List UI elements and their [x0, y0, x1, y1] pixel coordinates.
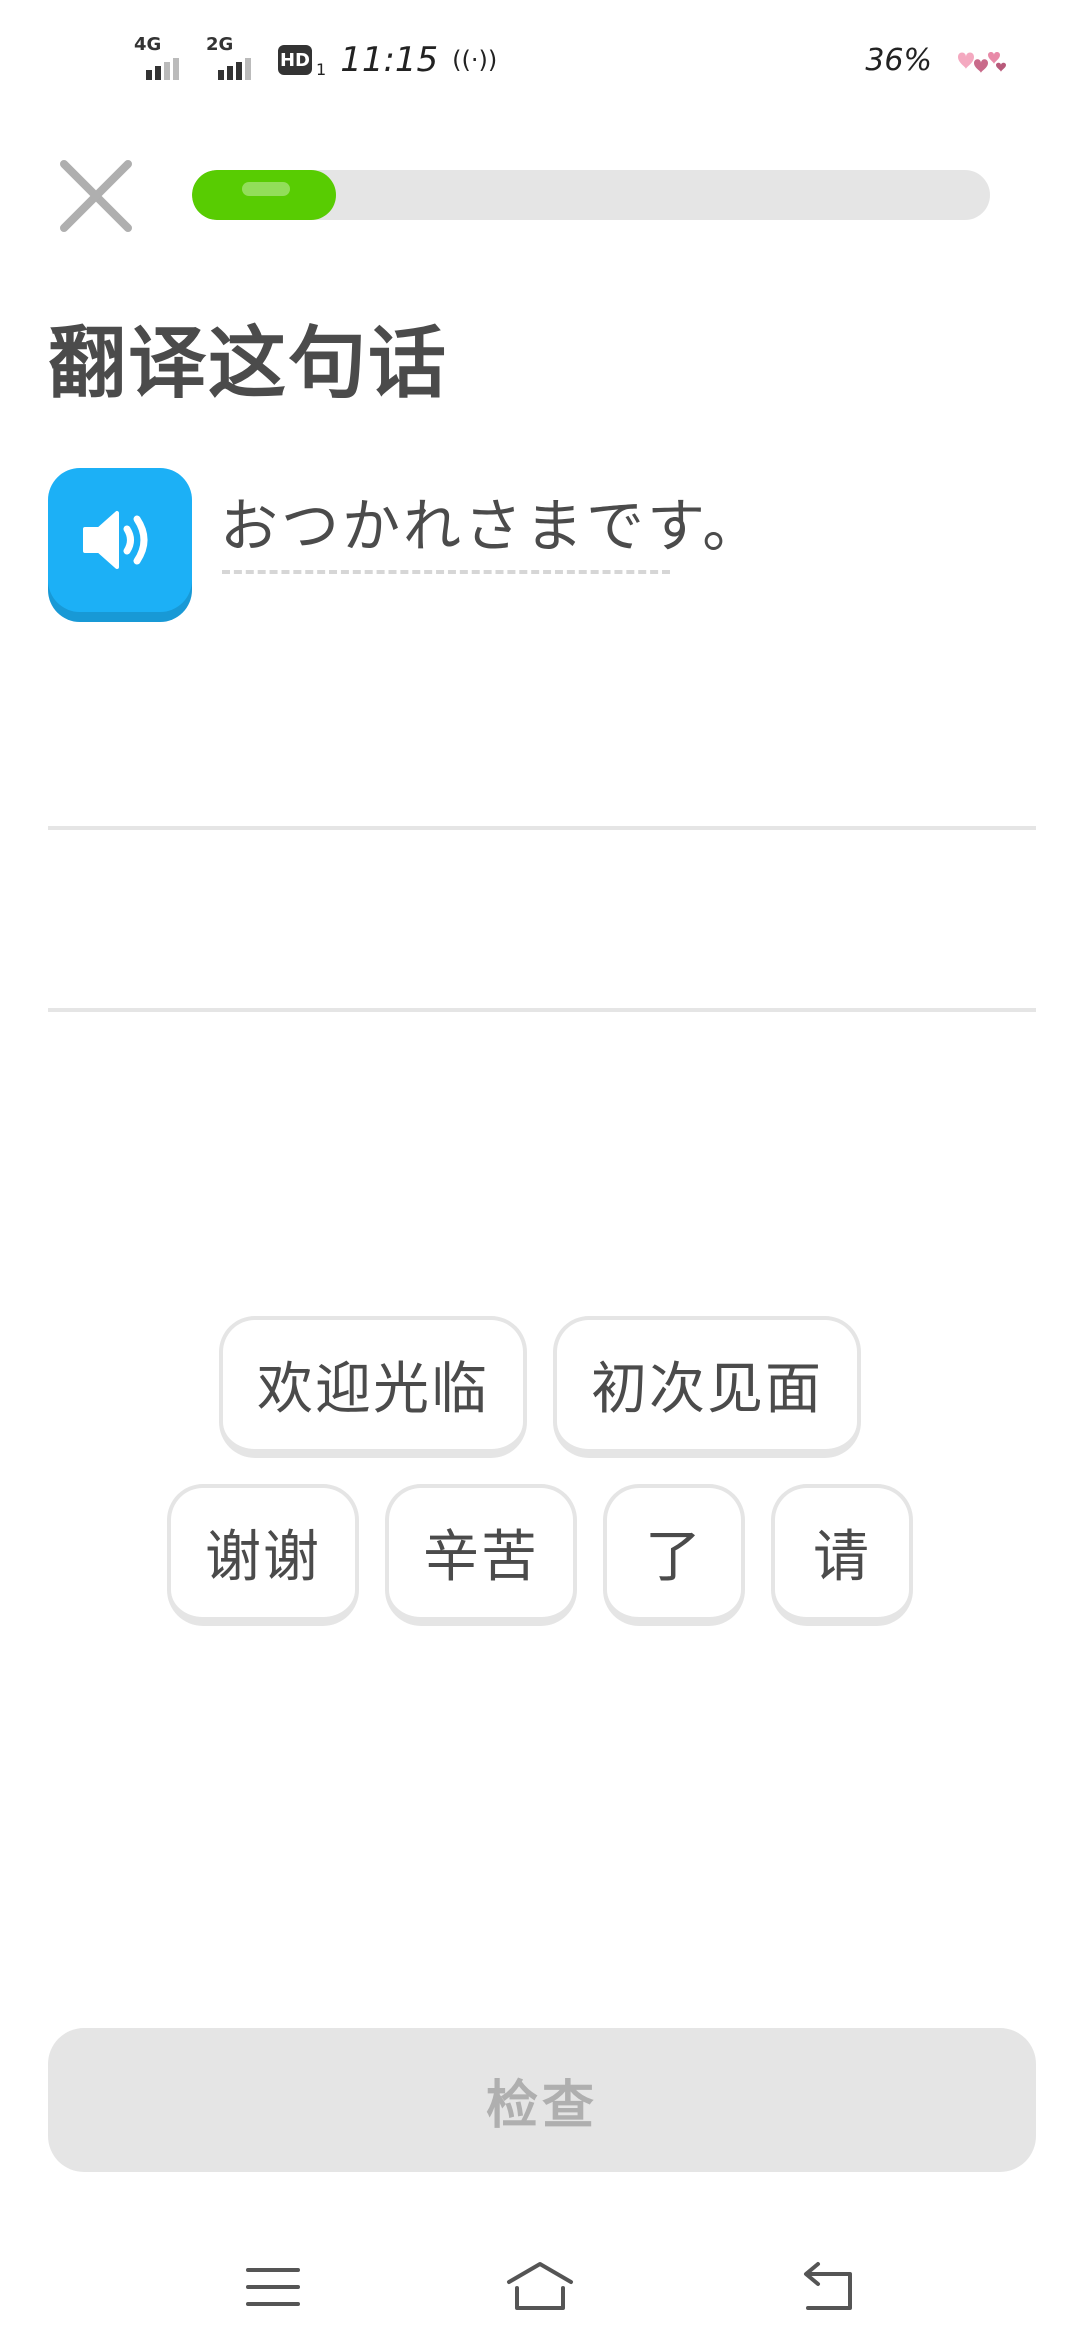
- hd-sub-label: 1: [316, 59, 327, 79]
- answer-line[interactable]: [48, 826, 1036, 830]
- battery-level: 36%: [865, 42, 932, 78]
- hotspot-icon: ((·)): [452, 46, 498, 74]
- prompt-sentence[interactable]: おつかれさまです。: [220, 492, 763, 562]
- status-bar: 4G 2G HD 1 11:15 ((·)) 36%: [0, 0, 1080, 120]
- clock: 11:15: [340, 40, 439, 80]
- signal-icon: 2G: [206, 34, 264, 80]
- word-bank-row-2: 谢谢 辛苦 了 请: [0, 1484, 1080, 1626]
- progress-fill: [192, 170, 336, 220]
- play-audio-button[interactable]: [48, 468, 192, 612]
- exercise-title: 翻译这句话: [48, 319, 449, 409]
- menu-icon[interactable]: [238, 2252, 308, 2322]
- status-right: 36%: [865, 38, 1010, 82]
- word-tile-qing[interactable]: 请: [771, 1484, 913, 1626]
- word-bank-row-1: 欢迎光临 初次见面: [0, 1316, 1080, 1458]
- back-icon[interactable]: [794, 2252, 864, 2322]
- hd-icon: HD: [278, 45, 312, 75]
- word-tile-xiexie[interactable]: 谢谢: [167, 1484, 359, 1626]
- signal-icon: 4G: [134, 34, 192, 80]
- network-type-2: 2G: [206, 34, 234, 55]
- progress-shine: [242, 182, 290, 196]
- answer-line[interactable]: [48, 1008, 1036, 1012]
- status-left: 4G 2G HD 1 11:15 ((·)): [134, 34, 498, 82]
- word-tile-le[interactable]: 了: [603, 1484, 745, 1626]
- network-type-1: 4G: [134, 34, 162, 55]
- word-tile-xinku[interactable]: 辛苦: [385, 1484, 577, 1626]
- close-icon[interactable]: [56, 156, 136, 236]
- lesson-progress-bar: [192, 170, 990, 220]
- home-icon[interactable]: [505, 2252, 575, 2322]
- word-bank: 欢迎光临 初次见面 谢谢 辛苦 了 请: [0, 1316, 1080, 1652]
- word-tile-huanying[interactable]: 欢迎光临: [219, 1316, 527, 1458]
- check-button[interactable]: 检查: [48, 2028, 1036, 2172]
- prompt-underline: [222, 570, 670, 574]
- speaker-icon: [83, 511, 148, 569]
- hearts-icon: [958, 52, 1006, 73]
- system-nav-bar: [0, 2230, 1080, 2340]
- word-tile-chuci[interactable]: 初次见面: [553, 1316, 861, 1458]
